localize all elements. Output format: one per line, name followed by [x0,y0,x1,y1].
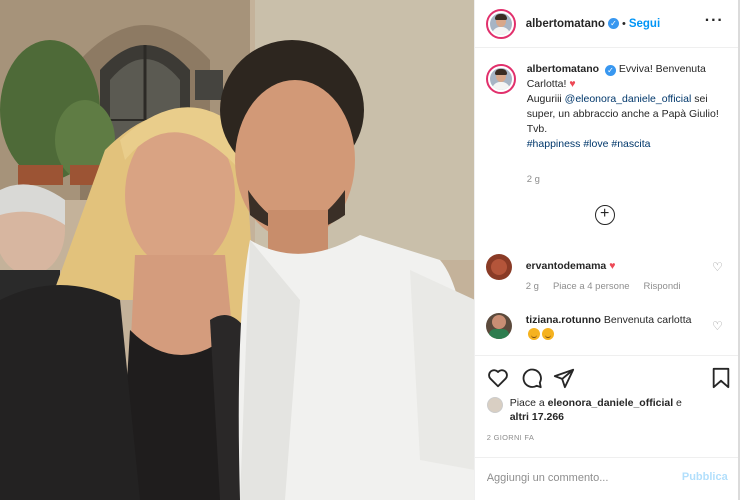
comment-text: ervantodemama ♥ [526,254,706,280]
comment-text: tiziana.rotunno Benvenuta carlotta [526,313,706,343]
caption-line2-prefix: Auguriii [526,93,565,105]
mention-link[interactable]: @eleonora_daniele_official [565,93,692,105]
bookmark-icon[interactable] [711,367,731,389]
more-icon[interactable]: ··· [705,12,724,30]
post-caption: albertomatano ✓ Evviva! Benvenuta Carlot… [485,62,731,152]
header-username[interactable]: albertomatano [526,18,605,30]
post-time-ago: 2 GIORNI FA [486,433,535,442]
verified-icon: ✓ [605,65,616,76]
comment-username[interactable]: tiziana.rotunno [526,314,601,326]
caption-username[interactable]: albertomatano [527,63,599,75]
comment-icon[interactable] [521,367,543,389]
heart-outline-icon[interactable]: ♡ [712,319,723,333]
publish-button[interactable]: Pubblica [682,471,728,483]
add-comment-bar: Pubblica [474,457,738,500]
reply-button[interactable]: Rispondi [644,281,681,292]
action-bar [487,367,729,389]
hashtags[interactable]: #happiness #love #nascita [527,138,651,150]
comment-body: Benvenuta carlotta [603,314,692,326]
follow-button[interactable]: Segui [629,18,660,30]
post-side-panel: albertomatano ✓ • Segui ··· albertomatan… [473,0,738,500]
likes-prefix: Piace a [509,397,548,409]
red-heart-emoji: ♥ [609,260,616,272]
caption-text: albertomatano ✓ Evviva! Benvenuta Carlot… [527,62,731,152]
liker-username[interactable]: eleonora_daniele_official [548,397,673,409]
caption-avatar[interactable] [485,64,516,94]
avatar[interactable] [485,8,516,39]
post-image [0,0,474,500]
emoji-icon [527,328,540,340]
comment-item: tiziana.rotunno Benvenuta carlotta ♡ [485,313,731,343]
divider [474,355,738,356]
comment-meta: 2 g Piace a 4 persone Rispondi [526,281,695,292]
comment-avatar[interactable] [485,313,512,339]
caption-time: 2 g [526,174,540,185]
instagram-post: albertomatano ✓ • Segui ··· albertomatan… [0,0,740,500]
plus-circle-icon[interactable]: + [594,205,615,225]
liker-avatar[interactable] [486,397,503,413]
comment-avatar[interactable] [485,254,512,280]
comment-input[interactable] [486,468,667,488]
post-photo[interactable] [0,0,474,500]
likes-others[interactable]: altri 17.266 [510,411,564,423]
post-header: albertomatano ✓ • Segui ··· [474,0,738,48]
comment-likes[interactable]: Piace a 4 persone [553,281,630,292]
red-heart-emoji: ♥ [569,78,576,90]
likes-summary: Piace a eleonora_daniele_official e altr… [486,396,682,424]
verified-icon: ✓ [607,18,619,29]
comment-item: ervantodemama ♥ ♡ [485,254,731,280]
share-icon[interactable] [553,367,575,389]
comment-time: 2 g [525,281,539,292]
likes-middle: e [673,397,682,409]
heart-outline-icon[interactable] [487,367,509,389]
comment-username[interactable]: ervantodemama [526,260,607,272]
emoji-icon [541,328,554,340]
heart-outline-icon[interactable]: ♡ [712,260,723,274]
separator-dot: • [621,17,626,30]
